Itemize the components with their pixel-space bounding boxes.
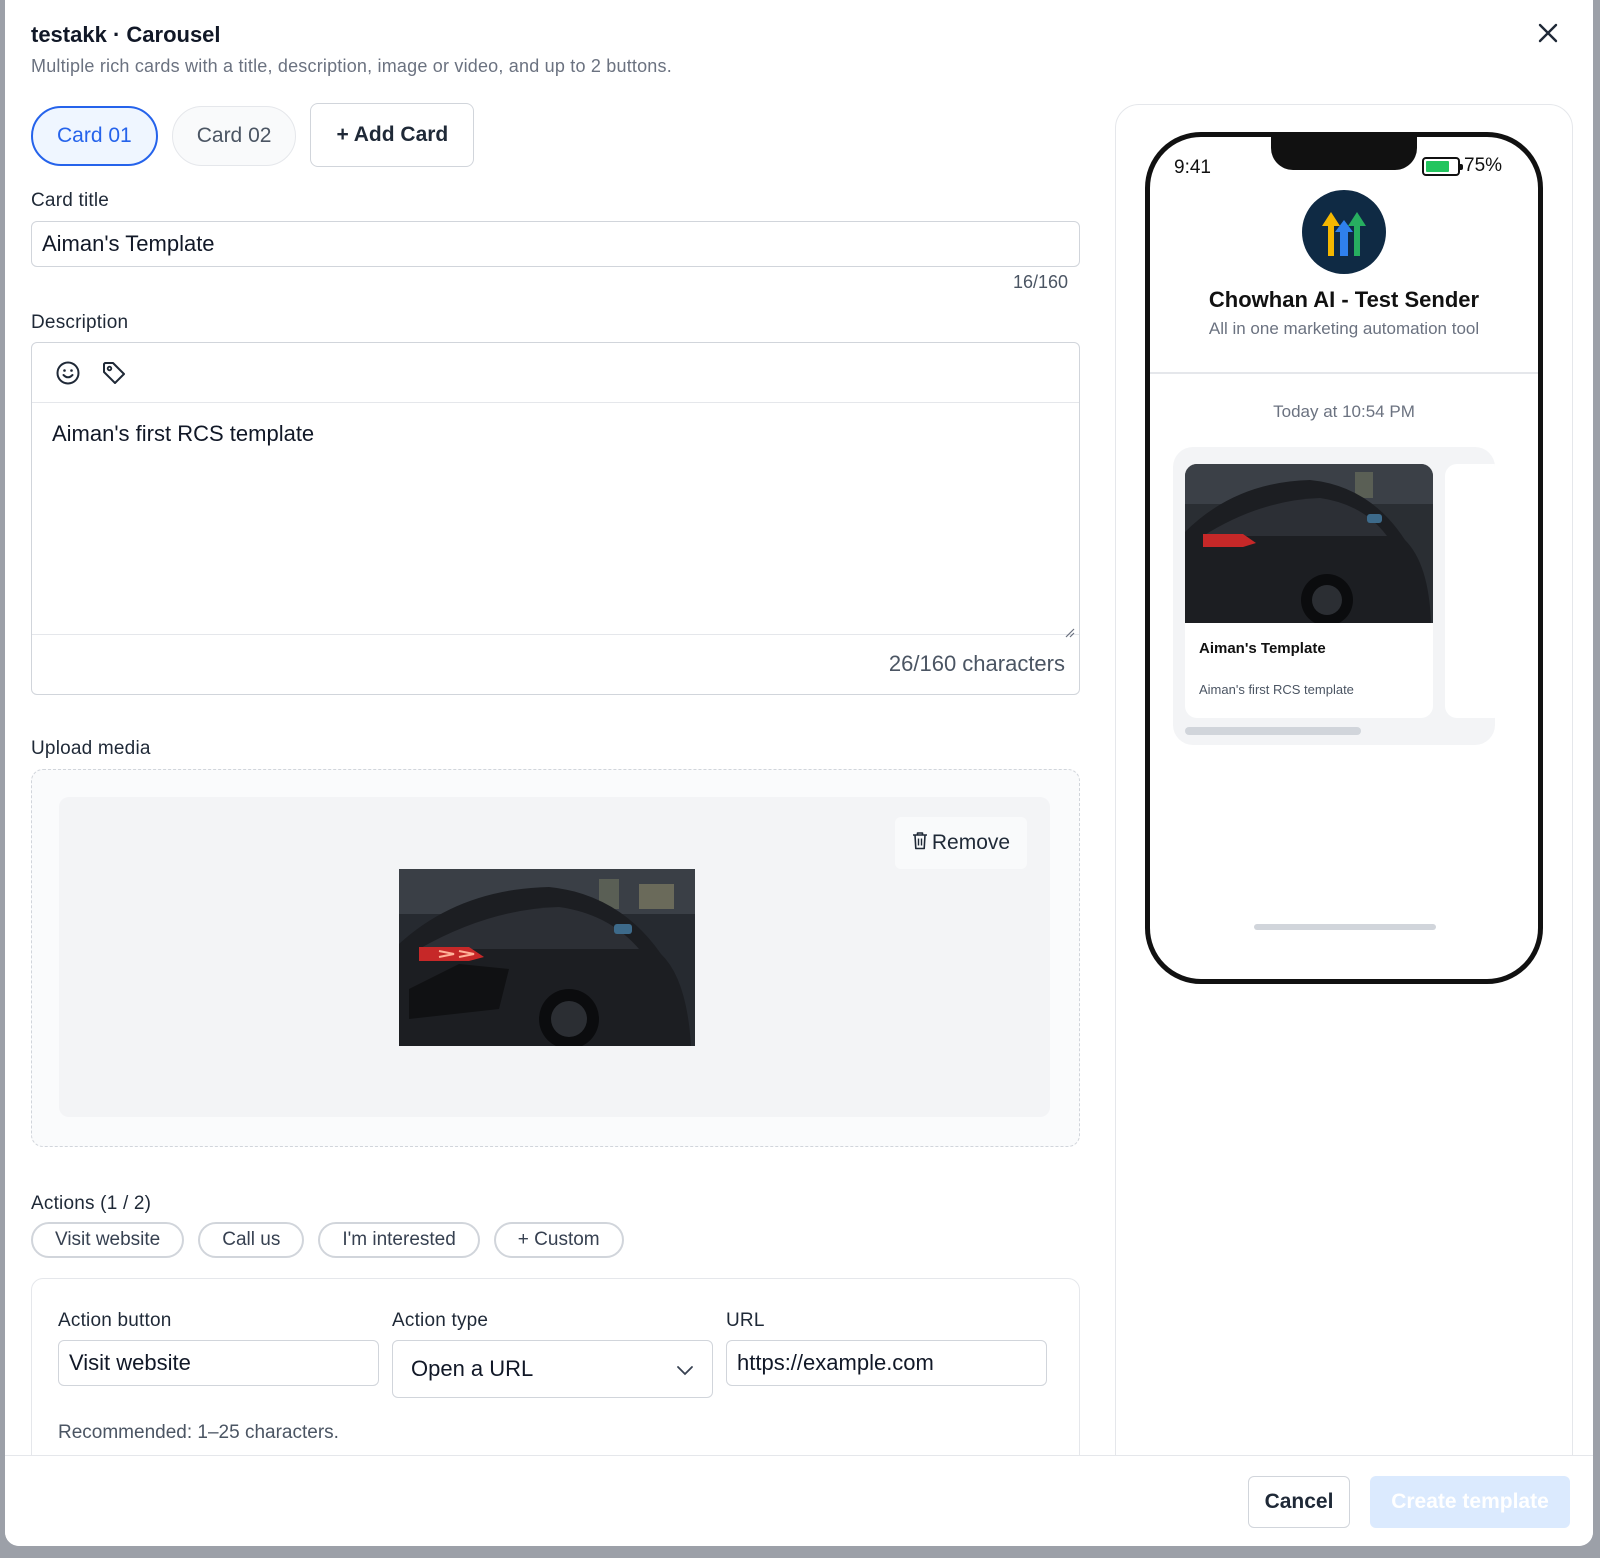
upload-dropzone[interactable]: Remove: [31, 769, 1080, 1147]
modal-subtitle: Multiple rich cards with a title, descri…: [31, 56, 672, 76]
chip-visit-website[interactable]: Visit website: [31, 1222, 185, 1258]
sender-name: Chowhan AI - Test Sender: [1208, 287, 1480, 312]
modal-title: testakk · Carousel: [31, 22, 221, 47]
actions-label: Actions (1 / 2): [31, 1193, 152, 1214]
media-preview-area: Remove: [59, 797, 1050, 1117]
battery-percent: 75%: [1464, 155, 1503, 176]
description-editor: Aiman's first RCS template 26/160 charac…: [31, 342, 1080, 695]
remove-label: Remove: [931, 831, 1011, 854]
chevron-down-icon: [676, 1356, 694, 1382]
sender-description: All in one marketing automation tool: [1208, 319, 1480, 338]
emoji-icon[interactable]: [54, 359, 82, 387]
action-chips: Visit website Call us I'm interested + C…: [31, 1222, 624, 1258]
preview-carousel[interactable]: Aiman's Template Aiman's first RCS templ…: [1173, 447, 1495, 745]
home-indicator: [1254, 924, 1436, 930]
url-input[interactable]: https://example.com: [726, 1340, 1047, 1386]
chip-custom[interactable]: + Custom: [493, 1222, 624, 1258]
tab-card-02[interactable]: Card 02: [171, 106, 297, 166]
description-value: Aiman's first RCS template: [52, 421, 315, 446]
brand-logo-icon: [1322, 212, 1366, 256]
preview-rich-card: Aiman's Template Aiman's first RCS templ…: [1185, 464, 1433, 718]
chip-call-us[interactable]: Call us: [198, 1222, 305, 1258]
description-toolbar: [32, 343, 1079, 403]
tab-card-01[interactable]: Card 01: [31, 106, 158, 166]
uploaded-car-image: [399, 869, 695, 1046]
resize-handle-icon[interactable]: [1063, 618, 1075, 638]
action-button-input[interactable]: Visit website: [58, 1340, 379, 1386]
card-title-input[interactable]: Aiman's Template: [31, 221, 1080, 267]
preview-card-description: Aiman's first RCS template: [1199, 682, 1354, 697]
upload-media-label: Upload media: [31, 738, 151, 759]
close-icon[interactable]: [1533, 20, 1563, 50]
url-label: URL: [726, 1310, 765, 1331]
preview-next-card: [1445, 464, 1495, 718]
status-time: 9:41: [1174, 157, 1211, 178]
preview-card-title: Aiman's Template: [1199, 640, 1326, 657]
action-type-value: Open a URL: [411, 1356, 534, 1381]
message-timestamp: Today at 10:54 PM: [1273, 402, 1415, 421]
cancel-button[interactable]: Cancel: [1248, 1476, 1350, 1528]
phone-divider: [1150, 372, 1538, 374]
battery-status: 75%: [1422, 155, 1502, 177]
phone-notch: [1271, 137, 1417, 170]
remove-media-button[interactable]: Remove: [895, 817, 1027, 869]
add-card-button[interactable]: + Add Card: [310, 103, 475, 167]
action-type-label: Action type: [392, 1310, 489, 1331]
trash-icon: [912, 831, 928, 856]
description-counter: 26/160 characters: [888, 651, 1065, 676]
battery-fill: [1426, 160, 1449, 172]
battery-icon: [1422, 156, 1463, 176]
create-template-modal: testakk · Carousel Multiple rich cards w…: [5, 0, 1593, 1546]
action-button-label: Action button: [58, 1310, 172, 1331]
action-type-select[interactable]: Open a URL: [392, 1340, 713, 1398]
carousel-scrollbar[interactable]: [1185, 727, 1361, 735]
action-hint: Recommended: 1–25 characters.: [58, 1422, 339, 1443]
card-tabs: Card 01 Card 02 + Add Card: [31, 103, 475, 167]
preview-card-image: [1185, 464, 1433, 623]
card-title-label: Card title: [31, 190, 110, 211]
tag-icon[interactable]: [100, 359, 128, 387]
description-textarea[interactable]: Aiman's first RCS template: [32, 403, 1079, 638]
chip-im-interested[interactable]: I'm interested: [318, 1222, 480, 1258]
modal-footer: Cancel Create template: [5, 1455, 1593, 1546]
phone-mockup: 9:41 75% Chowhan AI - Test Sender All in…: [1145, 132, 1543, 984]
sender-avatar: [1302, 190, 1386, 274]
description-label: Description: [31, 312, 129, 333]
create-template-button[interactable]: Create template: [1370, 1476, 1570, 1528]
card-title-counter: 16/160: [1013, 272, 1069, 292]
